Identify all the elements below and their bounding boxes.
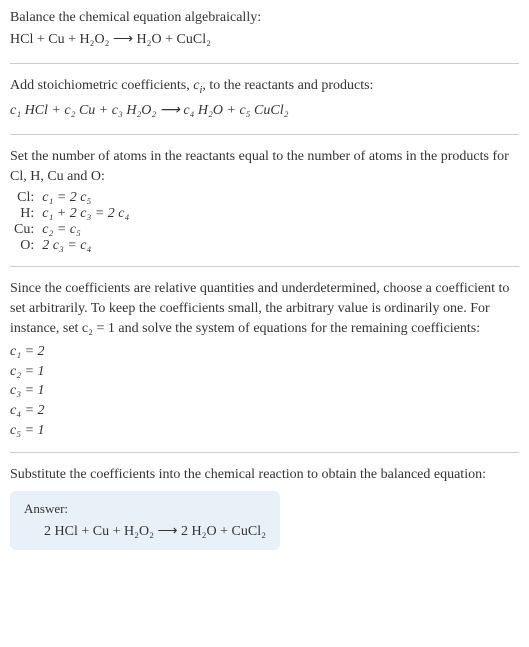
text-fragment: Add stoichiometric coefficients, <box>10 78 193 93</box>
coeff-value: c₄ = 2 <box>10 401 519 421</box>
section-atom-balance: Set the number of atoms in the reactants… <box>10 147 519 267</box>
element-equation: c₁ = 2 c₅ <box>42 190 129 206</box>
element-label: H: <box>14 206 42 222</box>
unbalanced-equation: HCl + Cu + H₂O₂ ⟶ H₂O + CuCl₂ <box>10 30 519 50</box>
answer-box: Answer: 2 HCl + Cu + H₂O₂ ⟶ 2 H₂O + CuCl… <box>10 491 280 550</box>
balance-intro: Set the number of atoms in the reactants… <box>10 147 519 186</box>
table-row: Cl: c₁ = 2 c₅ <box>14 190 129 206</box>
table-row: H: c₁ + 2 c₃ = 2 c₄ <box>14 206 129 222</box>
coefficient-list: c₁ = 2 c₂ = 1 c₃ = 1 c₄ = 2 c₅ = 1 <box>10 342 519 440</box>
element-equation: c₁ + 2 c₃ = 2 c₄ <box>42 206 129 222</box>
coeff-value: c₁ = 2 <box>10 342 519 362</box>
problem-statement: Balance the chemical equation algebraica… <box>10 8 519 28</box>
equation-with-coeffs: c₁ HCl + c₂ Cu + c₃ H₂O₂ ⟶ c₄ H₂O + c₅ C… <box>10 101 519 121</box>
coeff-intro: Add stoichiometric coefficients, ci, to … <box>10 76 519 98</box>
table-row: Cu: c₂ = c₅ <box>14 222 129 238</box>
table-row: O: 2 c₃ = c₄ <box>14 238 129 254</box>
element-equation: c₂ = c₅ <box>42 222 129 238</box>
section-answer: Substitute the coefficients into the che… <box>10 465 519 562</box>
answer-label: Answer: <box>24 501 266 517</box>
coeff-value: c₂ = 1 <box>10 362 519 382</box>
section-problem: Balance the chemical equation algebraica… <box>10 8 519 64</box>
solve-intro: Since the coefficients are relative quan… <box>10 279 519 338</box>
element-equation: 2 c₃ = c₄ <box>42 238 129 254</box>
coeff-value: c₃ = 1 <box>10 381 519 401</box>
balance-table: Cl: c₁ = 2 c₅ H: c₁ + 2 c₃ = 2 c₄ Cu: c₂… <box>14 190 129 254</box>
section-coefficients: Add stoichiometric coefficients, ci, to … <box>10 76 519 135</box>
element-label: Cl: <box>14 190 42 206</box>
coeff-value: c₅ = 1 <box>10 421 519 441</box>
text-fragment: , to the reactants and products: <box>202 78 373 93</box>
section-solve: Since the coefficients are relative quan… <box>10 279 519 453</box>
element-label: Cu: <box>14 222 42 238</box>
balanced-equation: 2 HCl + Cu + H₂O₂ ⟶ 2 H₂O + CuCl₂ <box>24 523 266 540</box>
element-label: O: <box>14 238 42 254</box>
answer-intro: Substitute the coefficients into the che… <box>10 465 519 485</box>
